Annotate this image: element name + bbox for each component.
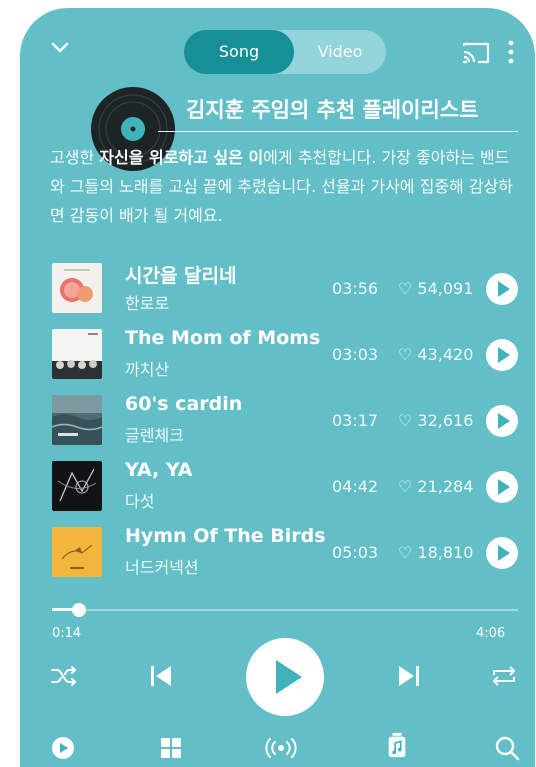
track-row[interactable]: 60's cardin 글렌체크 03:17 ♡ 32,616: [20, 393, 535, 451]
radio-icon[interactable]: [264, 735, 298, 761]
play-circle-icon[interactable]: [51, 735, 75, 761]
track-likes[interactable]: ♡ 21,284: [398, 477, 473, 496]
chevron-down-icon[interactable]: [50, 40, 70, 56]
description-part: 고생한: [50, 148, 100, 167]
track-likes[interactable]: ♡ 43,420: [398, 345, 473, 364]
track-play-button[interactable]: [486, 339, 518, 371]
play-icon: [498, 281, 510, 297]
progress-bar[interactable]: [52, 609, 518, 611]
album-art: [52, 329, 102, 379]
playlist-title: 김지훈 주임의 추천 플레이리스트: [186, 98, 479, 122]
track-row[interactable]: The Mom of Moms 까치산 03:03 ♡ 43,420: [20, 327, 535, 385]
track-play-button[interactable]: [486, 471, 518, 503]
track-duration: 03:56: [332, 279, 379, 298]
album-art: [52, 527, 102, 577]
track-duration: 04:42: [332, 477, 379, 496]
shuffle-icon[interactable]: [50, 664, 78, 688]
skip-previous-icon[interactable]: [148, 664, 174, 688]
album-art: [52, 395, 102, 445]
song-video-toggle: Song Video: [184, 30, 386, 74]
track-title: YA, YA: [125, 459, 193, 481]
tab-song[interactable]: Song: [184, 30, 294, 74]
track-title: Hymn Of The Birds: [125, 525, 326, 547]
total-time: 4:06: [476, 626, 506, 641]
track-title: The Mom of Moms: [125, 327, 321, 349]
skip-next-icon[interactable]: [396, 664, 422, 688]
more-vertical-icon[interactable]: [508, 40, 514, 64]
track-artist: 너드커넥션: [125, 558, 199, 577]
track-artist: 한로로: [125, 294, 170, 313]
track-artist: 까치산: [125, 360, 170, 379]
album-art: [52, 263, 102, 313]
current-time: 0:14: [52, 626, 82, 641]
track-row[interactable]: Hymn Of The Birds 너드커넥션 05:03 ♡ 18,810: [20, 525, 535, 583]
track-likes[interactable]: ♡ 54,091: [398, 279, 473, 298]
track-row[interactable]: 시간을 달리네 한로로 03:56 ♡ 54,091: [20, 261, 535, 319]
track-title: 시간을 달리네: [125, 265, 237, 287]
album-art: [52, 461, 102, 511]
track-likes[interactable]: ♡ 18,810: [398, 543, 473, 562]
play-icon: [498, 347, 510, 363]
track-duration: 05:03: [332, 543, 379, 562]
play-icon: [498, 545, 510, 561]
header-divider: [158, 131, 518, 132]
play-icon: [498, 413, 510, 429]
track-play-button[interactable]: [486, 405, 518, 437]
track-title: 60's cardin: [125, 393, 243, 415]
description-emphasis: 자신을 위로하고 싶은 이: [99, 148, 264, 167]
track-artist: 글렌체크: [125, 426, 184, 445]
tab-video[interactable]: Video: [294, 30, 386, 74]
repeat-icon[interactable]: [490, 663, 518, 689]
grid-icon[interactable]: [160, 735, 182, 761]
cast-icon[interactable]: [462, 42, 490, 64]
track-duration: 03:17: [332, 411, 379, 430]
track-row[interactable]: YA, YA 다섯 04:42 ♡ 21,284: [20, 459, 535, 517]
search-icon[interactable]: [494, 735, 520, 761]
play-icon: [498, 479, 510, 495]
track-duration: 03:03: [332, 345, 379, 364]
music-library-icon[interactable]: [386, 732, 408, 758]
play-pause-button[interactable]: [246, 638, 324, 716]
track-artist: 다섯: [125, 492, 155, 511]
track-play-button[interactable]: [486, 537, 518, 569]
playlist-description: 고생한 자신을 위로하고 싶은 이에게 추천합니다. 가장 좋아하는 밴드와 그…: [50, 143, 520, 230]
track-likes[interactable]: ♡ 32,616: [398, 411, 473, 430]
music-player-screen: Song Video 김지훈 주임의 추천 플레이리스트 고생한 자신을 위로하…: [20, 8, 535, 767]
progress-thumb[interactable]: [72, 603, 86, 617]
track-play-button[interactable]: [486, 273, 518, 305]
play-icon: [276, 660, 302, 694]
